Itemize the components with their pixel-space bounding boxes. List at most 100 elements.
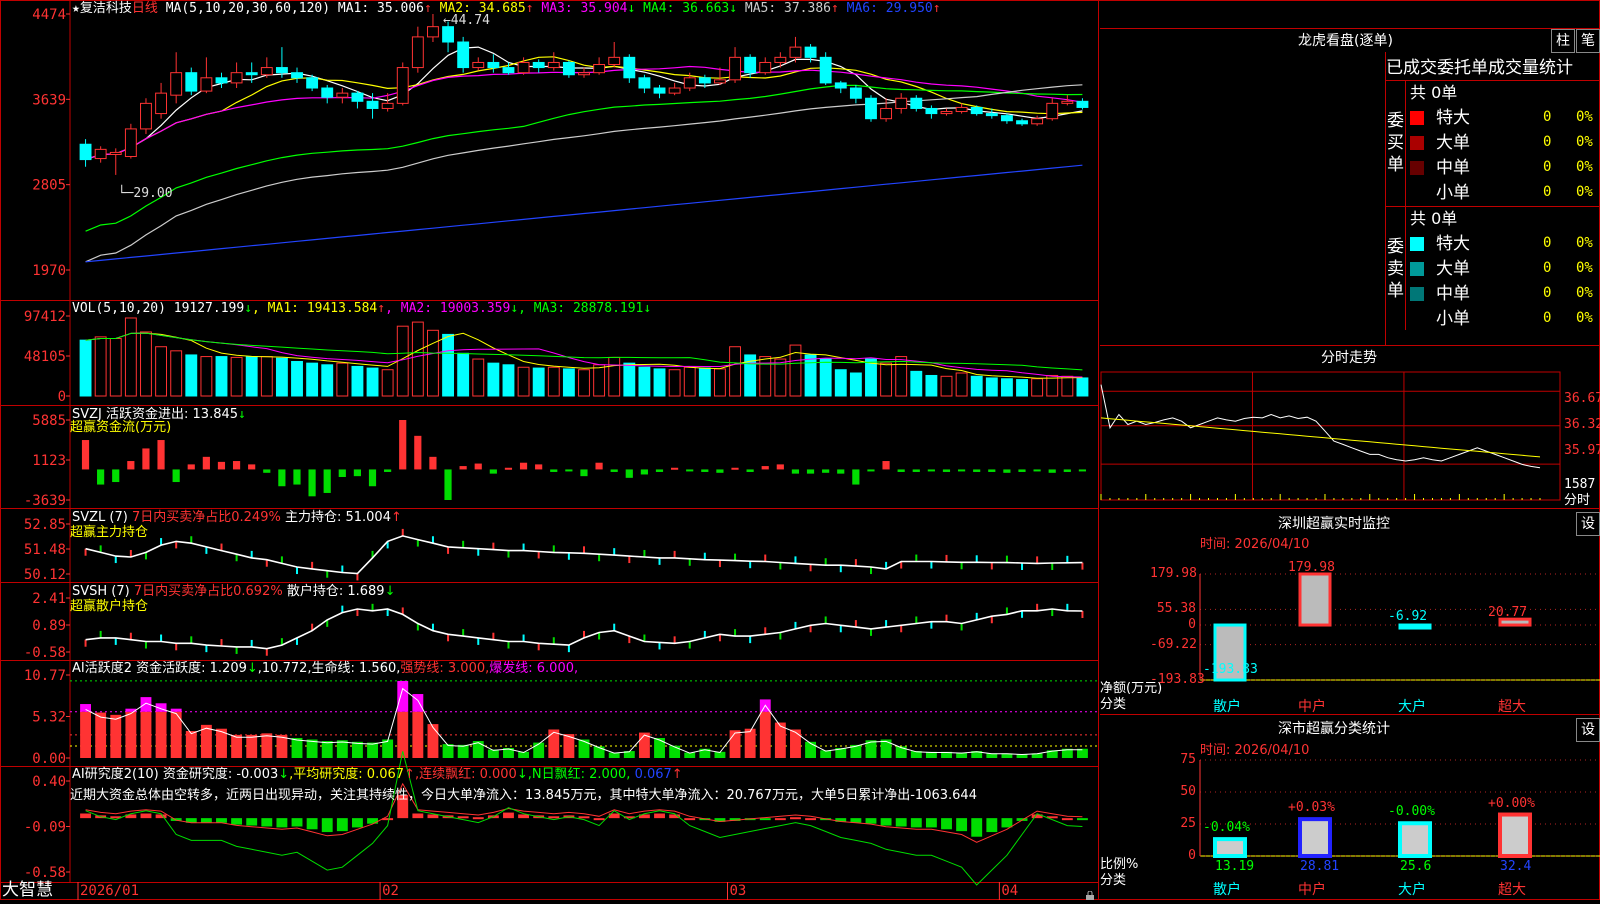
sell-orders-total: 共 0单 bbox=[1410, 209, 1458, 228]
money-flow-bar bbox=[81, 440, 90, 470]
tick-mode-button[interactable]: 笔 bbox=[1576, 29, 1600, 53]
activity-burst-bar bbox=[397, 680, 409, 712]
candle-body bbox=[1061, 100, 1074, 104]
candle-body bbox=[668, 87, 681, 94]
research-bar bbox=[1061, 818, 1073, 821]
volume-bar bbox=[865, 358, 877, 397]
volume-bar bbox=[1016, 379, 1028, 397]
candle-body bbox=[124, 128, 137, 158]
volume-bar bbox=[472, 358, 485, 397]
intraday-unit: 分时 bbox=[1564, 493, 1591, 508]
sz-monitor-category: 中户 bbox=[1298, 699, 1326, 715]
research-bar bbox=[548, 816, 560, 819]
buy-orders-legend-swatch bbox=[1410, 111, 1424, 125]
volume-bar bbox=[155, 346, 168, 397]
money-flow-bar bbox=[837, 469, 845, 474]
sz-monitor-time: 时间: 2026/04/10 bbox=[1200, 537, 1310, 552]
activity-bar bbox=[336, 740, 348, 758]
research-bar bbox=[941, 818, 952, 830]
sz-monitor-settings-button[interactable]: 设 bbox=[1576, 512, 1600, 536]
money-flow-bar bbox=[746, 469, 754, 472]
intraday-axis-label: 1587 bbox=[1564, 477, 1596, 492]
candle-body bbox=[759, 61, 772, 74]
sz-class-change-label: -0.04% bbox=[1203, 820, 1250, 836]
research-bar bbox=[805, 818, 817, 821]
svsh-net-ratio: 7日内买卖净占比0.692% bbox=[133, 584, 283, 599]
candle-body bbox=[1031, 118, 1044, 125]
activity-bar bbox=[110, 714, 122, 758]
research-bar bbox=[684, 818, 696, 821]
volume-bar bbox=[593, 364, 606, 397]
ma-value-1: MA1: 35.006 bbox=[337, 1, 424, 16]
sz-class-value-label: 13.19 bbox=[1215, 859, 1255, 874]
candle-body bbox=[774, 56, 787, 63]
money-flow-bar bbox=[278, 469, 286, 487]
sz-class-settings-button[interactable]: 设 bbox=[1576, 718, 1600, 742]
volume-bar bbox=[275, 357, 288, 397]
candle-body bbox=[714, 79, 726, 84]
candle-body bbox=[336, 92, 349, 98]
ai2-research: AI研究度2(10) 资金研究度: -0.003 bbox=[72, 767, 279, 782]
svsh-title: SVSH (7) bbox=[72, 584, 134, 599]
volume-bar bbox=[819, 358, 832, 397]
sz-monitor-category: 大户 bbox=[1398, 699, 1426, 715]
candle-body bbox=[849, 87, 862, 99]
activity-bar bbox=[95, 712, 107, 758]
candle-body bbox=[170, 72, 183, 96]
volume-bar bbox=[185, 354, 198, 397]
volume-bar bbox=[517, 366, 530, 397]
sz-class-axis-label: 0 bbox=[1188, 848, 1196, 863]
money-flow-bar bbox=[625, 469, 633, 478]
sell-orders-legend-swatch bbox=[1410, 287, 1424, 301]
money-flow-bar bbox=[474, 463, 482, 470]
favorite-star-icon[interactable]: ★ bbox=[72, 1, 80, 16]
lock-icon[interactable] bbox=[1085, 885, 1095, 900]
price-ma-line-6 bbox=[85, 164, 1083, 263]
money-flow-bar bbox=[338, 469, 346, 477]
research-bar bbox=[895, 818, 907, 827]
ai1-strong-line: 强势线: 3.000, bbox=[400, 661, 490, 676]
stock-name: 复洁科技 bbox=[79, 1, 132, 16]
research-bar bbox=[654, 813, 665, 819]
buy-orders-side-label: 买 bbox=[1387, 133, 1404, 153]
period-label[interactable]: 日线 bbox=[132, 1, 158, 16]
svsh-axis-tick: -0.58 bbox=[24, 645, 66, 661]
ai2-arrow2: ↑ bbox=[404, 767, 415, 782]
candle-body bbox=[230, 72, 243, 84]
research-bar bbox=[216, 818, 227, 823]
candle-body bbox=[744, 56, 757, 74]
svsh-arrow: ↓ bbox=[384, 584, 396, 599]
sz-class-bar bbox=[1298, 817, 1332, 859]
buy-orders-row-count: 0 bbox=[1543, 134, 1552, 150]
candle-body bbox=[1016, 120, 1028, 125]
ai1-header: AI活跃度2 资金活跃度: 1.209↓,10.772,生命线: 1.560,强… bbox=[72, 662, 578, 676]
buy-orders-legend-swatch bbox=[1410, 136, 1424, 150]
bar-mode-button[interactable]: 柱 bbox=[1551, 29, 1575, 53]
ma-arrow-6: ↑ bbox=[932, 1, 941, 16]
ma-arrow-1: ↑ bbox=[423, 1, 432, 16]
volume-bar bbox=[260, 356, 273, 397]
money-flow-bar bbox=[112, 469, 120, 483]
main-position-line bbox=[85, 535, 1083, 575]
sell-orders-row-label: 大单 bbox=[1436, 259, 1470, 279]
sz-monitor-xlabel: 分类 bbox=[1100, 697, 1127, 712]
volume-bar bbox=[849, 372, 862, 397]
activity-bar bbox=[351, 741, 363, 758]
ma-value-2: MA2: 34.685 bbox=[431, 1, 526, 16]
research-bar bbox=[472, 817, 484, 820]
volume-bar bbox=[623, 362, 636, 397]
volume-bar bbox=[336, 362, 349, 397]
money-flow-bar bbox=[806, 469, 815, 474]
sell-orders-row-pct: 0% bbox=[1576, 310, 1593, 326]
svsh-axis-tick: 0.89 bbox=[32, 618, 66, 634]
ai2-arrow3: ↓ bbox=[516, 767, 528, 782]
vol-ma-arrow-2: ↓ bbox=[510, 301, 519, 316]
sz-class-ylabel: 比例% bbox=[1100, 857, 1139, 872]
order-stat-tabs[interactable]: 已成交委托单成交量统计 bbox=[1386, 58, 1573, 78]
vol-axis-tick: 0 bbox=[58, 389, 66, 405]
candle-body bbox=[985, 113, 998, 117]
ma-values: MA1: 35.006↑ MA2: 34.685↑ MA3: 35.904↓ M… bbox=[338, 1, 941, 16]
research-bar bbox=[1001, 818, 1013, 828]
activity-bar bbox=[306, 739, 318, 758]
money-flow-bar bbox=[535, 464, 543, 470]
